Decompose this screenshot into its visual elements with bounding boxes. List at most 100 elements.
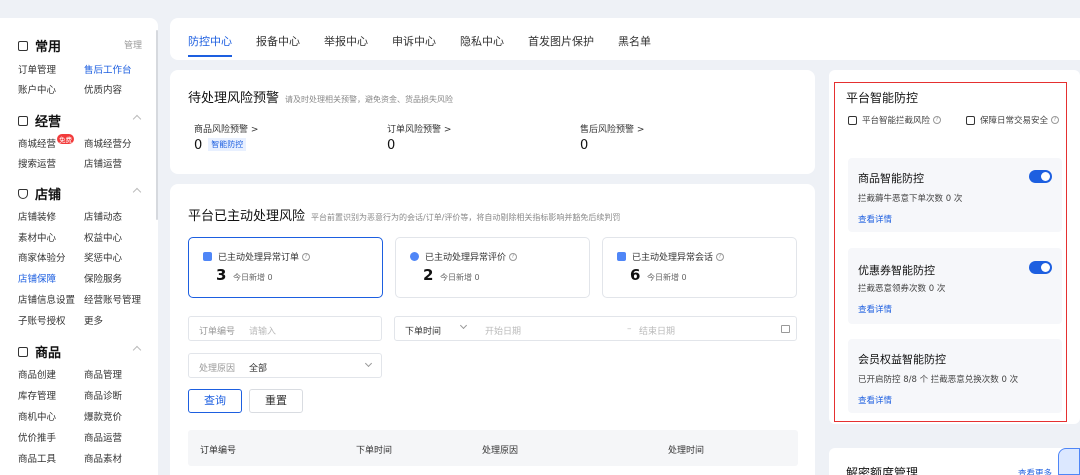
sidebar-item-decor[interactable]: 店铺装修 — [18, 209, 56, 223]
end-date-input[interactable]: 结束日期 — [639, 324, 675, 337]
aftersale-risk-link[interactable]: 售后风险预警 > — [580, 122, 644, 135]
member-defense-card: 会员权益智能防控 已开启防控 8/8 个 拦截恶意兑换次数 0 次 查看详情 — [848, 339, 1062, 413]
smart-defense-title: 平台智能防控 — [846, 91, 919, 105]
calendar-icon[interactable] — [781, 325, 790, 333]
chevron-up-icon[interactable] — [132, 114, 142, 124]
sidebar-item-mall-business[interactable]: 商城经营 免费 — [18, 134, 75, 150]
grid-icon — [18, 115, 28, 126]
sidebar-item-quality-content[interactable]: 优质内容 — [84, 82, 122, 96]
decrypt-quota-more-link[interactable]: 查看更多 — [1018, 467, 1052, 475]
sidebar-item-search-ops[interactable]: 搜索运营 — [18, 156, 56, 170]
order-number-field[interactable]: 订单编号 请输入 — [188, 316, 382, 341]
order-risk-link[interactable]: 订单风险预警 > — [387, 122, 451, 135]
order-time-range[interactable]: 下单时间 开始日期 – 结束日期 — [394, 316, 797, 341]
sidebar-item-bidding[interactable]: 爆款竞价 — [84, 409, 122, 423]
product-defense-toggle[interactable] — [1029, 170, 1052, 183]
sidebar-item-guarantee[interactable]: 店铺保障 — [18, 271, 56, 285]
smart-defense-badge-2: 保障日常交易安全? — [966, 114, 1060, 126]
help-icon: ? — [933, 116, 942, 124]
section-product[interactable]: 商品 — [18, 342, 61, 361]
help-icon: ? — [509, 252, 518, 261]
tab-appeal-center[interactable]: 申诉中心 — [392, 33, 436, 49]
start-date-input[interactable]: 开始日期 — [485, 324, 521, 337]
table-header: 订单编号 下单时间 处理原因 处理时间 — [188, 430, 798, 466]
tab-blacklist[interactable]: 黑名单 — [618, 33, 651, 49]
chat-icon — [617, 252, 626, 261]
query-button[interactable]: 查询 — [188, 389, 242, 413]
sidebar-item-store-info[interactable]: 店铺信息设置 — [18, 292, 75, 306]
sidebar-item-account-manage[interactable]: 经营账号管理 — [84, 292, 141, 306]
tab-privacy-center[interactable]: 隐私中心 — [460, 33, 504, 49]
document-icon — [203, 252, 212, 261]
sidebar-item-product-materials[interactable]: 商品素材 — [84, 451, 122, 465]
order-risk-value: 0 — [387, 138, 396, 153]
sidebar-item-product-tools[interactable]: 商品工具 — [18, 451, 56, 465]
tab-defense-center[interactable]: 防控中心 — [188, 33, 232, 49]
sidebar-item-diagnosis[interactable]: 商品诊断 — [84, 388, 122, 402]
decrypt-quota-title: 解密额度管理 — [846, 466, 919, 475]
sidebar-item-store-ops[interactable]: 店铺运营 — [84, 156, 122, 170]
abnormal-order-card[interactable]: 已主动处理异常订单? 3 今日新增 0 — [188, 237, 383, 298]
sidebar-item-mall-score[interactable]: 商城经营分 — [84, 136, 132, 150]
sidebar-item-opportunity[interactable]: 商机中心 — [18, 409, 56, 423]
col-order-no: 订单编号 — [200, 446, 237, 456]
sidebar-item-materials[interactable]: 素材中心 — [18, 230, 56, 244]
sidebar-item-order-manage[interactable]: 订单管理 — [18, 62, 56, 76]
sidebar-item-aftersale[interactable]: 售后工作台 — [84, 62, 132, 76]
tab-report-center[interactable]: 报备中心 — [256, 33, 300, 49]
sidebar-item-stock[interactable]: 库存管理 — [18, 388, 56, 402]
tab-bar: 防控中心 报备中心 举报中心 申诉中心 隐私中心 首发图片保护 黑名单 — [170, 18, 1080, 60]
reason-select[interactable]: 处理原因 全部 — [188, 353, 382, 378]
product-defense-card: 商品智能防控 拦截薅牛恶意下单次数 0 次 查看详情 — [848, 158, 1062, 232]
smart-defense-badge-1: 平台智能拦截风险? — [848, 114, 942, 126]
risk-warning-card: 待处理风险预警 请及时处理相关预警，避免资金、货品损失风险 商品风险预警 > 0智… — [170, 70, 815, 174]
intercept-icon — [848, 115, 857, 125]
product-risk-link[interactable]: 商品风险预警 > — [194, 122, 258, 135]
coupon-defense-detail-link[interactable]: 查看详情 — [858, 303, 892, 315]
processed-risk-title: 平台已主动处理风险 平台前置识别为恶意行为的会话/订单/评价等，将自动剔除相关指标… — [188, 209, 621, 224]
reset-button[interactable]: 重置 — [249, 389, 303, 413]
chevron-up-icon[interactable] — [132, 187, 142, 197]
sidebar-item-price-push[interactable]: 优价推手 — [18, 430, 56, 444]
sidebar-item-experience[interactable]: 商家体验分 — [18, 250, 66, 264]
sidebar-item-sub-account[interactable]: 子账号授权 — [18, 313, 66, 327]
chevron-down-icon — [459, 321, 468, 330]
free-badge: 免费 — [57, 134, 75, 144]
sidebar-item-product-create[interactable]: 商品创建 — [18, 367, 56, 381]
sidebar-item-product-ops[interactable]: 商品运营 — [84, 430, 122, 444]
sidebar-scrollbar[interactable] — [156, 30, 158, 220]
sidebar-item-account[interactable]: 账户中心 — [18, 82, 56, 96]
product-risk-value: 0 智能防控 — [194, 138, 247, 153]
help-icon: ? — [1051, 116, 1060, 124]
active-tab-indicator — [188, 55, 232, 57]
section-business[interactable]: 经营 — [18, 111, 61, 130]
tab-complaint-center[interactable]: 举报中心 — [324, 33, 368, 49]
col-reason: 处理原因 — [482, 446, 519, 456]
review-icon — [410, 252, 419, 261]
manage-link[interactable]: 管理 — [124, 38, 142, 51]
sidebar-item-dynamics[interactable]: 店铺动态 — [84, 209, 122, 223]
time-type-select[interactable]: 下单时间 — [405, 324, 441, 337]
chevron-down-icon — [364, 359, 373, 368]
smart-defense-tag: 智能防控 — [208, 138, 247, 151]
product-defense-detail-link[interactable]: 查看详情 — [858, 213, 892, 225]
abnormal-chat-card[interactable]: 已主动处理异常会话? 6 今日新增 0 — [602, 237, 797, 298]
coupon-defense-toggle[interactable] — [1029, 261, 1052, 274]
sidebar-item-rewards[interactable]: 奖惩中心 — [84, 250, 122, 264]
help-icon: ? — [716, 252, 725, 261]
coupon-defense-card: 优惠券智能防控 拦截恶意领券次数 0 次 查看详情 — [848, 248, 1062, 324]
shield-icon — [18, 188, 28, 199]
section-store[interactable]: 店铺 — [18, 184, 61, 203]
tab-image-protection[interactable]: 首发图片保护 — [528, 33, 594, 49]
section-common[interactable]: 常用 — [18, 36, 61, 55]
chevron-up-icon[interactable] — [132, 345, 142, 355]
sidebar-item-insurance[interactable]: 保险服务 — [84, 271, 122, 285]
abnormal-review-card[interactable]: 已主动处理异常评价? 2 今日新增 0 — [395, 237, 590, 298]
sidebar-item-rights[interactable]: 权益中心 — [84, 230, 122, 244]
sidebar-item-product-manage[interactable]: 商品管理 — [84, 367, 122, 381]
help-icon: ? — [302, 252, 311, 261]
sidebar-item-more[interactable]: 更多 — [84, 313, 103, 327]
assistant-robot-icon[interactable] — [1058, 448, 1080, 475]
col-order-time: 下单时间 — [356, 446, 393, 456]
member-defense-detail-link[interactable]: 查看详情 — [858, 394, 892, 406]
